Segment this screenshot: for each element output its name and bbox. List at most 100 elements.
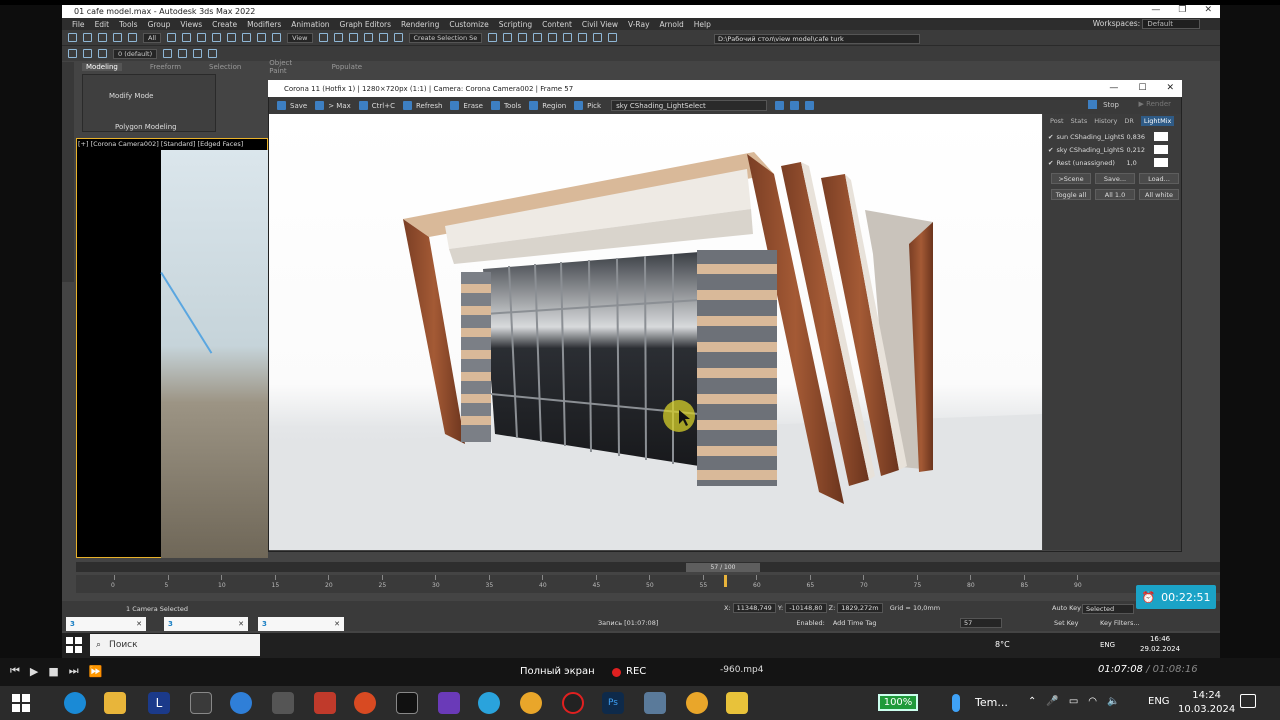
track-bar[interactable]: 0 5 10 15 20 25 30 35 40 45 50 55 60 65 70 75 80 85 90 [76,575,1220,593]
app-folder-icon[interactable] [726,692,748,714]
menu-file[interactable]: File [72,20,85,29]
menu-rendering[interactable]: Rendering [401,20,439,29]
to-max-button[interactable]: > Max [315,101,351,110]
all-one-button[interactable]: All 1.0 [1095,189,1135,200]
light-color-swatch[interactable] [1154,158,1169,167]
viewport-label[interactable]: [+] [Corona Camera002] [Standard] [Edged… [78,140,243,148]
close-icon[interactable]: ✕ [1204,5,1212,15]
maps-icon[interactable] [354,692,376,714]
auto-key-button[interactable]: Auto Key [1052,604,1081,612]
polygon-modeling-label[interactable]: Polygon Modeling [115,123,177,131]
key-mode-dropdown[interactable]: Selected [1082,604,1134,614]
corona-maximize-icon[interactable]: ☐ [1138,83,1146,93]
menu-edit[interactable]: Edit [95,20,110,29]
move-icon[interactable] [227,33,237,42]
current-frame-marker[interactable] [724,575,727,587]
menu-customize[interactable]: Customize [449,20,488,29]
close-icon[interactable]: ✕ [334,620,340,628]
link-icon[interactable] [98,33,107,42]
tab-history[interactable]: History [1094,117,1117,125]
angle-snap-icon[interactable] [348,33,358,42]
lightselect-dropdown[interactable]: sky CShading_LightSelect [611,100,767,111]
battery-indicator[interactable]: 100% [878,694,918,711]
menu-help[interactable]: Help [694,20,711,29]
unlink-icon[interactable] [113,33,122,42]
inner-clock[interactable]: 16:46 29.02.2024 [1140,634,1180,654]
camera-icon[interactable] [272,692,294,714]
app-icon[interactable] [438,692,460,714]
selection-set-dropdown[interactable]: Create Selection Se [408,32,483,43]
app-window-icon[interactable] [644,692,666,714]
curve-editor-icon[interactable] [533,33,543,42]
checkbox-icon[interactable]: ✔ [1048,146,1053,154]
undo-icon[interactable] [68,33,77,42]
window-crossing-icon[interactable] [212,33,222,42]
tab-object-paint[interactable]: Object Paint [269,59,303,75]
bind-space-warp-icon[interactable] [128,33,137,42]
rotate-icon[interactable] [242,33,252,42]
light-color-swatch[interactable] [1154,145,1169,154]
edge-icon[interactable] [64,692,86,714]
add-time-tag[interactable]: Add Time Tag [833,619,877,627]
layer-dropdown[interactable]: 0 (default) [113,48,158,59]
menu-civil-view[interactable]: Civil View [582,20,618,29]
record-app-icon[interactable] [562,692,584,714]
select-by-name-icon[interactable] [182,33,192,42]
layers-icon[interactable] [68,49,77,58]
menu-views[interactable]: Views [180,20,202,29]
corona-close-icon[interactable]: ✕ [1166,83,1174,93]
material-editor-icon[interactable] [563,33,573,42]
z-coordinate[interactable]: 1829,272m [837,603,883,613]
menu-group[interactable]: Group [148,20,171,29]
snipping-icon[interactable] [314,692,336,714]
scale-icon[interactable] [257,33,267,42]
volume-icon[interactable]: 🔈 [1107,696,1119,707]
next-icon[interactable]: ⏭ [69,664,79,678]
zoom-fit-button[interactable] [804,101,818,110]
set-key-button[interactable]: Set Key [1054,619,1079,627]
mirror-icon[interactable] [488,33,498,42]
region-button[interactable]: Region [529,101,566,110]
tab-populate[interactable]: Populate [332,63,362,71]
copy-button[interactable]: Ctrl+C [358,101,395,110]
lightmix-load-button[interactable]: Load... [1139,173,1179,184]
key-filters-button[interactable]: Key Filters... [1100,619,1140,627]
chevron-up-icon[interactable]: ⌃ [1028,696,1036,707]
pivot-icon[interactable] [318,33,328,42]
save-button[interactable]: Save [277,101,307,110]
inner-search-box[interactable]: ⌕ Поиск [90,634,260,656]
tab-dr[interactable]: DR [1124,117,1134,125]
chrome-icon[interactable] [520,692,542,714]
tab-lightmix[interactable]: LightMix [1140,116,1175,126]
stop-button[interactable]: Stop [1088,100,1119,109]
language-indicator[interactable]: ENG [1148,696,1170,707]
tab-freeform[interactable]: Freeform [150,63,181,71]
wifi-icon[interactable]: ◠ [1088,696,1097,707]
menu-tools[interactable]: Tools [119,20,137,29]
file-explorer-icon[interactable] [104,692,126,714]
render-image[interactable] [269,114,1042,550]
inner-weather[interactable]: 8°C [995,640,1010,649]
layer-explorer-icon[interactable] [518,33,528,42]
menu-content[interactable]: Content [542,20,572,29]
prev-frame-icon[interactable]: ⏮ [10,664,20,678]
render-icon[interactable] [608,33,618,42]
app-icon[interactable] [396,692,418,714]
workspace-selector[interactable]: Workspaces: Default [1083,19,1200,29]
x-coordinate[interactable]: 11348,749 [732,603,776,613]
tab-modeling[interactable]: Modeling [82,63,122,71]
help-icon[interactable] [83,49,92,58]
time-slider-track[interactable] [76,562,1220,572]
all-white-button[interactable]: All white [1139,189,1179,200]
menu-vray[interactable]: V-Ray [628,20,649,29]
workspace-value[interactable]: Default [1142,19,1200,29]
light-intensity[interactable]: 0,836 [1126,133,1150,141]
menu-scripting[interactable]: Scripting [499,20,532,29]
light-intensity[interactable]: 0,212 [1126,146,1150,154]
stop-icon[interactable]: ■ [48,665,58,678]
photoshop-icon[interactable]: Ps [602,692,624,714]
tools-button[interactable]: Tools [490,101,521,110]
layer-move-icon[interactable] [178,49,188,58]
rec-button[interactable]: REC [612,666,646,677]
edit-named-selection-icon[interactable] [393,33,403,42]
